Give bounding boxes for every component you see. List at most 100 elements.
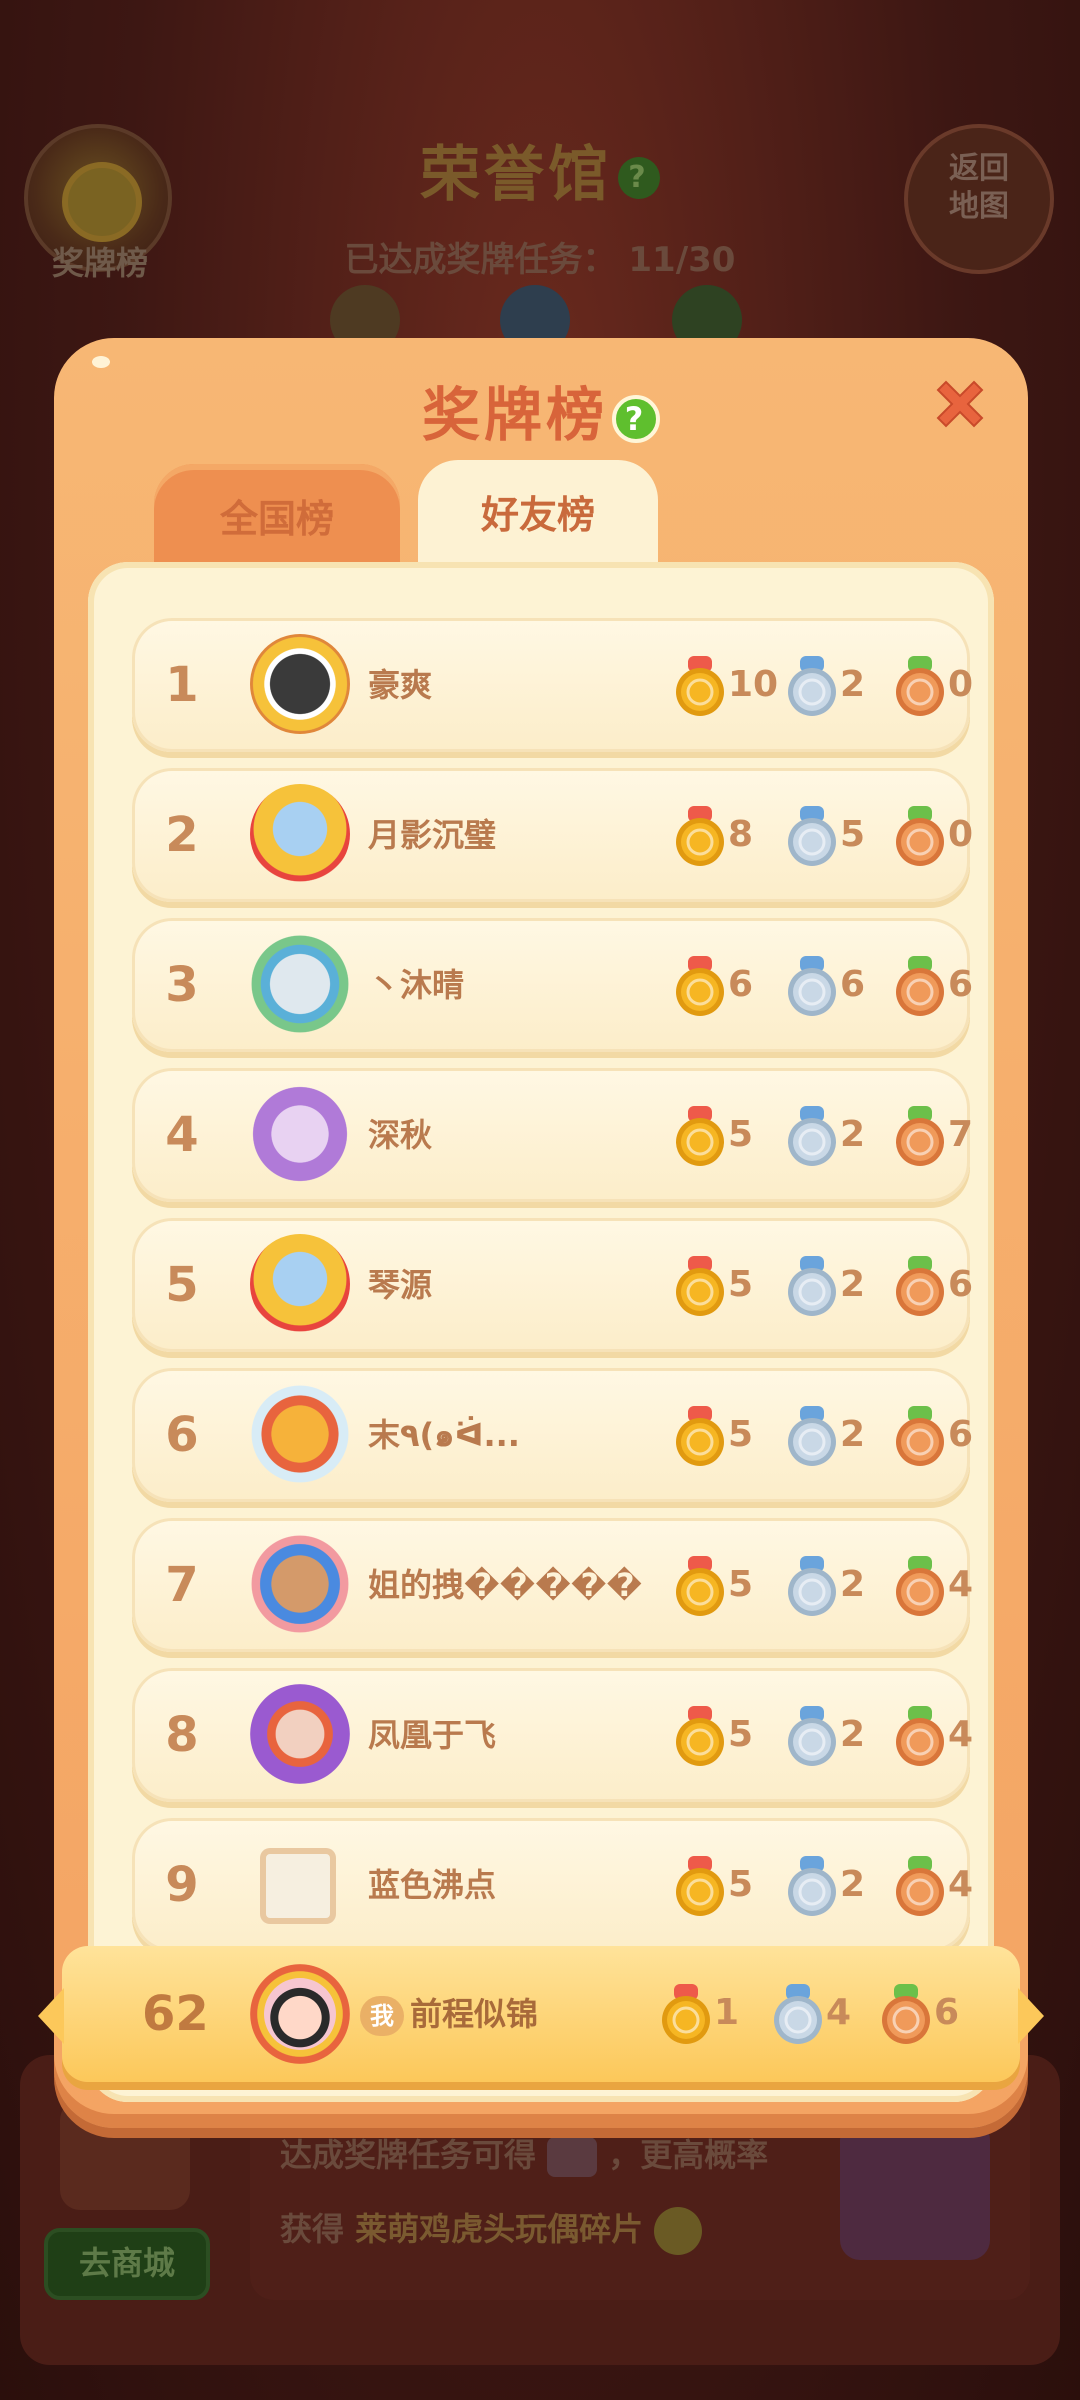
purple-chick-avatar[interactable] xyxy=(250,1684,350,1784)
silver-medal-icon xyxy=(788,1406,836,1466)
silver-count: 4 xyxy=(826,1992,852,2033)
gold-count: 5 xyxy=(728,1714,754,1755)
bronze-medal-icon xyxy=(896,1856,944,1916)
go-shop-button[interactable]: 去商城 xyxy=(44,2228,210,2300)
gold-medal-icon xyxy=(676,1706,724,1766)
gold-medal-icon xyxy=(676,1556,724,1616)
player-name: 姐的拽����� xyxy=(368,1566,643,1604)
gold-count: 5 xyxy=(728,1264,754,1305)
rank-number: 3 xyxy=(165,957,199,1013)
hall-help-icon[interactable]: ? xyxy=(618,157,660,200)
silver-medal-icon xyxy=(788,1556,836,1616)
dialog-title: 奖牌榜? xyxy=(54,368,1028,452)
gold-count: 6 xyxy=(728,964,754,1005)
player-name: 末٩(๑ᐛ... xyxy=(368,1416,520,1454)
reward-info-line2-prefix: 获得 xyxy=(280,2210,345,2248)
bronze-count: 0 xyxy=(948,814,974,855)
leaderboard-row[interactable]: 8 凤凰于飞 5 2 4 xyxy=(132,1668,974,1802)
player-name: 蓝色沸点 xyxy=(368,1866,497,1904)
silver-count: 5 xyxy=(840,814,866,855)
bronze-medal-icon xyxy=(896,1706,944,1766)
bronze-count: 6 xyxy=(948,1264,974,1305)
gold-medal-icon xyxy=(676,1406,724,1466)
leaderboard-row[interactable]: 4 深秋 5 2 7 xyxy=(132,1068,973,1202)
rank-number: 6 xyxy=(165,1407,199,1463)
reward-info-line1: 达成奖牌任务可得 ，更高概率 xyxy=(280,2130,768,2177)
rank-number: 4 xyxy=(165,1107,199,1163)
bronze-medal-icon xyxy=(882,1984,930,2044)
bronze-medal-icon xyxy=(896,656,944,716)
gift-box-icon xyxy=(547,2137,598,2177)
player-name: 凤凰于飞 xyxy=(368,1716,497,1754)
chick-snow-avatar[interactable] xyxy=(250,1384,350,1484)
player-name: 月影沉璧 xyxy=(368,816,497,854)
player-name: 深秋 xyxy=(368,1116,433,1154)
bronze-medal-icon xyxy=(896,956,944,1016)
gold-count: 1 xyxy=(714,1992,740,2033)
gold-medal-icon xyxy=(676,1106,724,1166)
bronze-count: 4 xyxy=(948,1564,974,1605)
chick-frame-photo-avatar[interactable] xyxy=(250,634,350,734)
gold-count: 5 xyxy=(728,1114,754,1155)
close-icon[interactable] xyxy=(928,372,992,436)
leaderboard-list[interactable]: 1 豪爽 10 2 0 2 月影沉璧 8 5 0 3 丶沐晴 6 6 6 4 深秋 5 2 7 5 琴源 5 2 6 6 末٩(๑ᐛ… xyxy=(88,562,994,2102)
silver-medal-icon xyxy=(788,806,836,866)
silver-count: 2 xyxy=(840,1264,866,1305)
medal-leaderboard-dialog: 奖牌榜? 全国榜 好友榜 1 豪爽 10 2 0 2 月影沉璧 8 5 0 3 丶沐晴 6 6 6 4 深秋 5 2… xyxy=(38,338,1044,2128)
silver-count: 2 xyxy=(840,1114,866,1155)
return-label-line2: 地图 xyxy=(949,189,1009,224)
gold-count: 8 xyxy=(728,814,754,855)
player-name: 琴源 xyxy=(368,1266,433,1304)
tab-national[interactable]: 全国榜 xyxy=(154,464,400,568)
bronze-medal-icon xyxy=(896,1256,944,1316)
bronze-medal-icon xyxy=(896,1106,944,1166)
horse-lotus-avatar[interactable] xyxy=(250,1534,350,1634)
leaderboard-row[interactable]: 2 月影沉璧 8 5 0 xyxy=(132,768,974,902)
bronze-count: 6 xyxy=(934,1992,960,2033)
silver-count: 2 xyxy=(840,1714,866,1755)
bronze-count: 0 xyxy=(948,664,974,705)
leaderboard-row[interactable]: 9 蓝色沸点 5 2 4 xyxy=(132,1818,973,1952)
bronze-count: 6 xyxy=(948,1414,974,1455)
dialog-title-text: 奖牌榜 xyxy=(421,381,608,449)
task-progress-label: 已达成奖牌任务： xyxy=(344,240,617,280)
chick-4000-avatar[interactable] xyxy=(250,1234,350,1334)
reward-item-name: 莱萌鸡虎头玩偶碎片 xyxy=(355,2210,644,2248)
gold-count: 5 xyxy=(728,1564,754,1605)
bronze-medal-icon xyxy=(896,806,944,866)
chick-4000-avatar[interactable] xyxy=(250,784,350,884)
hall-medal-row xyxy=(0,285,1080,355)
leaderboard-panel: 1 豪爽 10 2 0 2 月影沉璧 8 5 0 3 丶沐晴 6 6 6 4 深秋 5 2 7 5 琴源 5 2 6 6 末٩(๑ᐛ… xyxy=(88,562,994,2102)
bronze-count: 4 xyxy=(948,1714,974,1755)
tab-friends[interactable]: 好友榜 xyxy=(418,460,658,570)
my-rank-row[interactable]: 62 我前程似锦 146 xyxy=(38,1946,1044,2082)
rank-number: 5 xyxy=(165,1257,199,1313)
bronze-medal-icon xyxy=(896,1556,944,1616)
task-progress-value: 11/30 xyxy=(628,240,736,280)
puzzle-gift-icon xyxy=(840,2120,990,2260)
chick-square-avatar[interactable] xyxy=(260,1848,336,1924)
lotus-photo-avatar[interactable] xyxy=(250,934,350,1034)
return-label-line1: 返回 xyxy=(949,151,1009,186)
rank-number: 2 xyxy=(165,807,199,863)
guitar-avatar[interactable] xyxy=(250,1084,350,1184)
leaderboard-row[interactable]: 6 末٩(๑ᐛ... 5 2 6 xyxy=(132,1368,974,1502)
rank-number: 9 xyxy=(165,1857,199,1913)
rank-number: 7 xyxy=(165,1557,199,1613)
leaderboard-row[interactable]: 7 姐的拽����� 5 2 4 xyxy=(132,1518,974,1652)
leaderboard-row[interactable]: 3 丶沐晴 6 6 6 xyxy=(132,918,974,1052)
puzzle-piece-icon xyxy=(654,2207,703,2255)
return-map-button[interactable]: 返回 地图 xyxy=(904,124,1054,274)
leaderboard-row[interactable]: 1 豪爽 10 2 0 xyxy=(132,618,974,752)
rank-number: 1 xyxy=(165,657,199,713)
leaderboard-row[interactable]: 5 琴源 5 2 6 xyxy=(132,1218,974,1352)
silver-count: 2 xyxy=(840,664,866,705)
bronze-count: 6 xyxy=(948,964,974,1005)
help-icon[interactable]: ? xyxy=(612,394,660,443)
silver-count: 2 xyxy=(840,1564,866,1605)
rank-number: 8 xyxy=(165,1707,199,1763)
silver-medal-icon xyxy=(788,1856,836,1916)
gold-medal-icon xyxy=(676,1256,724,1316)
player-name: 豪爽 xyxy=(368,666,433,704)
my-medal-counts: 1 4 6 xyxy=(118,1946,1018,2082)
